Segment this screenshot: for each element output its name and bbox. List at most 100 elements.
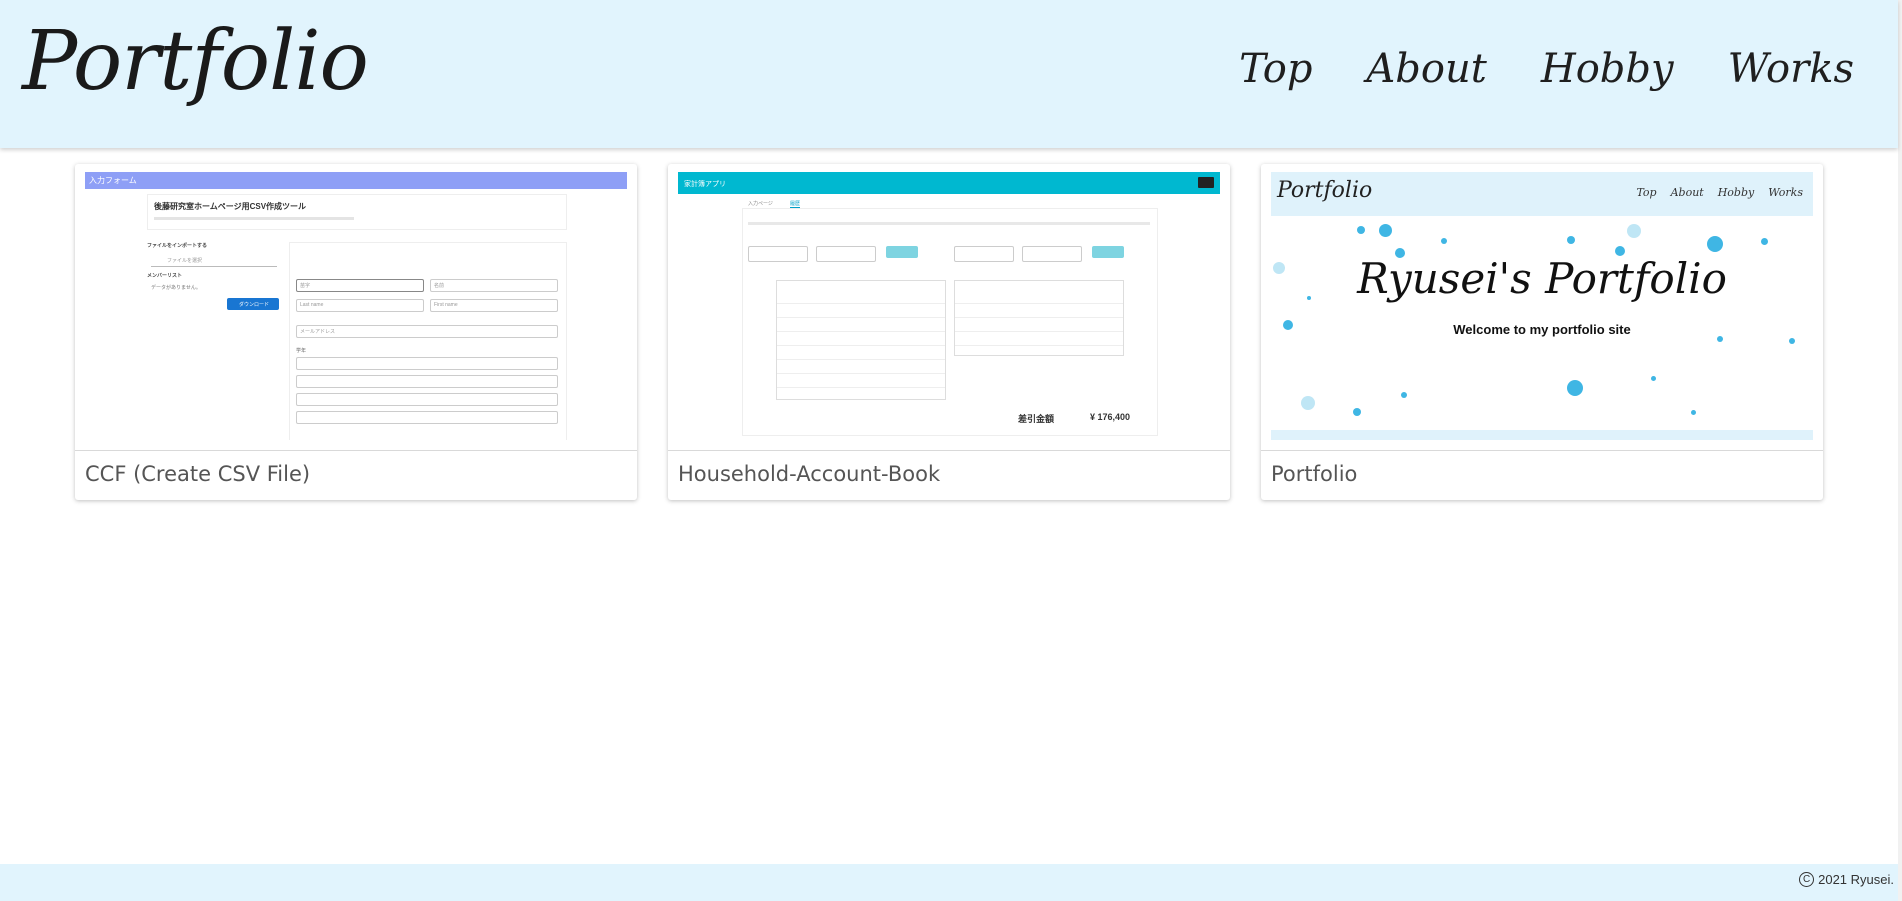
nav-item-top[interactable]: Top [1239,46,1312,92]
thumb-hero-title: Ryusei's Portfolio [1357,254,1727,303]
thumb-field-label: Last name [300,302,324,308]
thumb-subtext-line [154,217,354,220]
scrollbar[interactable] [1898,0,1902,901]
thumb-field-first-name: First name [430,299,558,312]
bubble [1357,226,1365,234]
bubble [1789,338,1795,344]
work-card-portfolio[interactable]: Portfolio Top About Hobby Works Ryusei's… [1261,164,1823,500]
thumb-field-row [296,375,558,388]
thumb-footer [1271,430,1813,440]
copyright-icon: C [1799,872,1815,887]
site-footer: C 2021 Ryusei. [0,864,1898,901]
thumb-field-row [296,393,558,406]
bubble [1691,410,1696,415]
thumb-field-row [296,411,558,424]
thumb-import-panel: ファイルをインポートする ファイルを選択 メンバーリスト データがありません。 … [147,242,281,322]
card-thumbnail: Portfolio Top About Hobby Works Ryusei's… [1271,172,1813,440]
thumb-hero: Ryusei's Portfolio Welcome to my portfol… [1271,216,1813,430]
thumb-total-label: 差引金額 [1018,414,1055,424]
thumb-nav-item: Top [1636,186,1657,199]
nav-item-hobby[interactable]: Hobby [1541,46,1674,92]
thumb-heading: 後藤研究室ホームページ用CSV作成ツール [154,202,307,211]
thumb-download-button: ダウンロード [227,298,279,310]
thumb-expense-table [776,280,946,400]
card-title[interactable]: Household-Account-Book [678,462,940,486]
thumb-table-row [955,303,1123,304]
thumb-member-list-label: メンバーリスト [147,273,183,279]
thumb-field-label: 名前 [434,283,445,289]
bubble [1353,408,1361,416]
bubble [1379,224,1392,237]
thumb-table-row [777,345,945,346]
nav-item-works[interactable]: Works [1728,46,1854,92]
thumb-field-label: First name [434,302,458,308]
thumb-logo: Portfolio [1277,178,1373,203]
thumb-app-bar: 入力フォーム [85,172,627,189]
thumb-table-row [777,317,945,318]
thumb-select [954,246,1014,262]
thumb-nav-item: Works [1768,186,1803,199]
thumb-no-data: データがありません。 [151,285,201,291]
site-logo[interactable]: Portfolio [22,14,369,109]
card-title[interactable]: CCF (Create CSV File) [85,462,310,486]
thumb-field-last-name: Last name [296,299,424,312]
thumb-table-row [777,359,945,360]
thumb-grade-label: 学年 [296,348,307,354]
thumb-table-row [777,331,945,332]
thumb-field-email: メールアドレス [296,325,558,338]
nav-item-about[interactable]: About [1366,46,1486,92]
thumb-app-title: 家計簿アプリ [684,181,726,188]
work-card-ccf[interactable]: 入力フォーム 後藤研究室ホームページ用CSV作成ツール ファイルをインポートする… [75,164,637,500]
thumb-file-input: ファイルを選択 [151,254,277,267]
thumb-field-row [296,357,558,370]
card-thumbnail: 入力フォーム 後藤研究室ホームページ用CSV作成ツール ファイルをインポートする… [85,172,627,440]
bubble [1761,238,1768,245]
thumb-table-row [955,331,1123,332]
thumb-logout-icon [1198,177,1214,188]
bubble [1627,224,1641,238]
site-header: Portfolio Top About Hobby Works [0,0,1898,148]
thumb-total-value: ¥ 176,400 [1090,412,1131,422]
thumb-nav-item: Hobby [1717,186,1755,199]
bubble [1401,392,1407,398]
thumb-heading-panel: 後藤研究室ホームページ用CSV作成ツール [147,194,567,230]
thumb-field-first-name-ja: 名前 [430,279,558,292]
thumb-nav-item: About [1670,186,1704,199]
thumb-form-panel: 苗字 名前 Last name First name メールアドレス 学年 [289,242,567,440]
copyright: C 2021 Ryusei. [1799,872,1894,887]
bubble [1441,238,1447,244]
thumb-file-placeholder: ファイルを選択 [167,258,203,264]
thumb-table-row [777,373,945,374]
thumb-field-last-name-ja: 苗字 [296,279,424,292]
thumb-table-row [777,387,945,388]
thumb-select [816,246,876,262]
bubble [1707,236,1723,252]
bubble [1651,376,1656,381]
card-title[interactable]: Portfolio [1271,462,1357,486]
bubble [1567,236,1575,244]
main-nav: Top About Hobby Works [1239,46,1854,92]
thumb-download-label: ダウンロード [239,302,270,308]
thumb-info-line [748,222,1150,225]
bubble [1301,396,1315,410]
thumb-table-row [777,303,945,304]
thumb-field-label: 苗字 [300,283,311,289]
thumb-table-row [955,345,1123,346]
card-divider [668,450,1230,451]
thumb-welcome: Welcome to my portfolio site [1453,322,1631,337]
thumb-app-bar: 家計簿アプリ [678,172,1220,194]
thumb-select [1022,246,1082,262]
thumb-header: Portfolio Top About Hobby Works [1271,172,1813,216]
thumb-nav: Top About Hobby Works [1636,186,1803,199]
thumb-tab-input: 入力ページ [748,201,773,207]
thumb-file-label: ファイルをインポートする [147,243,208,249]
thumb-income-table [954,280,1124,356]
thumb-tab-history: 履歴 [790,201,801,208]
thumb-field-label: メールアドレス [300,329,336,335]
copyright-text: 2021 Ryusei. [1818,872,1894,887]
thumb-select [748,246,808,262]
thumb-filter-button [886,246,918,258]
work-card-household[interactable]: 家計簿アプリ 入力ページ 履歴 差引金額 ¥ 176,400 Household… [668,164,1230,500]
card-divider [75,450,637,451]
bubble [1567,380,1583,396]
